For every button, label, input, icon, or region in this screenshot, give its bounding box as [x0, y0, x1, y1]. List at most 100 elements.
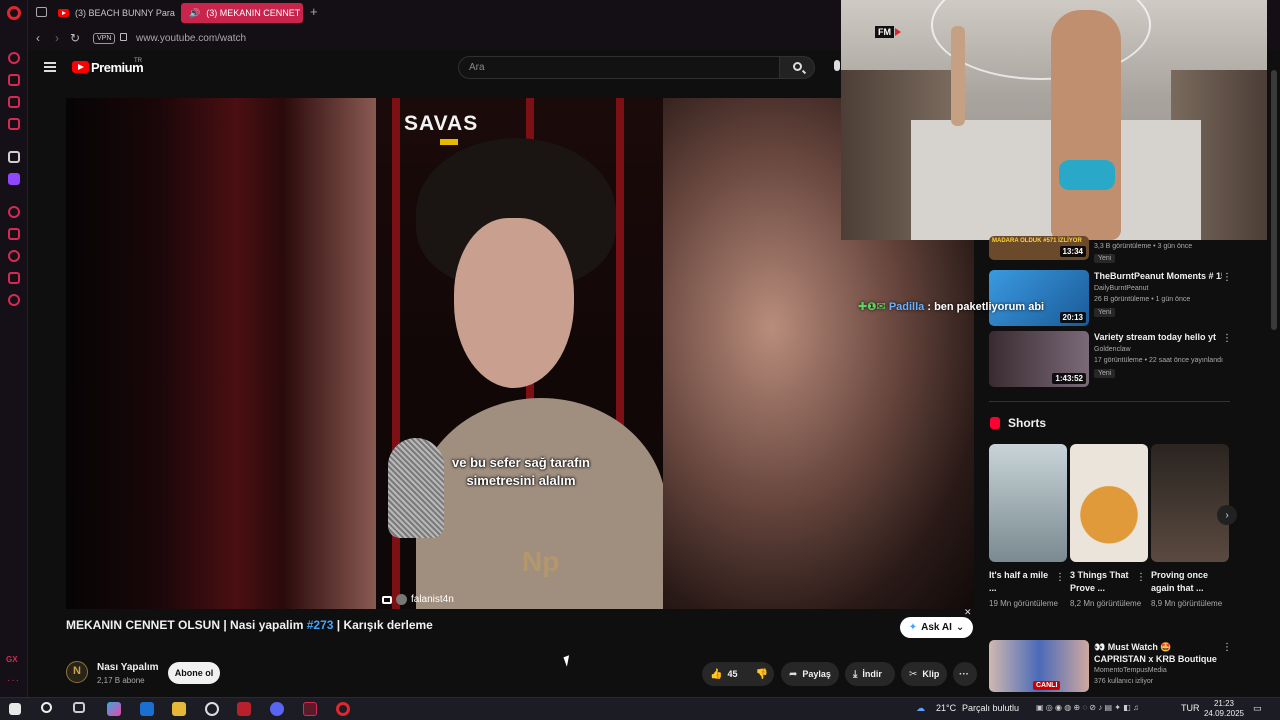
page-scrollbar[interactable]: [1270, 50, 1278, 690]
discord-icon[interactable]: [270, 702, 284, 716]
rec-duration: 13:34: [1059, 246, 1086, 257]
share-button[interactable]: ➦ Paylaş: [781, 662, 839, 686]
rec-thumbnail: 1:43:52: [989, 331, 1089, 387]
channel-name[interactable]: Nası Yapalım: [97, 662, 159, 673]
more-vert-icon[interactable]: ⋮: [1055, 572, 1065, 583]
taskbar-clock[interactable]: 21:23 24.09.2025: [1202, 699, 1246, 719]
workspaces-icon[interactable]: [36, 7, 47, 17]
tab-beach-bunny[interactable]: (3) BEACH BUNNY Paraís: [50, 3, 175, 23]
more-vert-icon[interactable]: ⋮: [1222, 642, 1232, 653]
thumbs-down-icon[interactable]: 👎: [755, 669, 767, 680]
short-item[interactable]: It's half a mile ... 19 Mn görüntüleme ⋮: [989, 444, 1067, 610]
repost-icon: [382, 595, 392, 604]
share-arrow-icon: ➦: [789, 668, 798, 680]
download-button[interactable]: ⤓ İndir: [845, 662, 895, 686]
more-actions-button[interactable]: ···: [953, 662, 977, 686]
more-vert-icon[interactable]: ⋮: [1222, 333, 1232, 344]
subscribe-button[interactable]: Abone ol: [168, 662, 220, 684]
scroll-thumb[interactable]: [1271, 70, 1277, 330]
file-explorer-icon[interactable]: [172, 702, 186, 716]
url-text[interactable]: www.youtube.com/watch: [136, 33, 246, 44]
rec-thumbnail: 20:13: [989, 270, 1089, 326]
notifications-icon[interactable]: ▭: [1253, 703, 1262, 714]
chat-overlay: ✚❶✉ Padilla : ben paketliyorum abi: [858, 300, 1044, 313]
video-player[interactable]: SAVAS ve bu sefer sağ tarafın simetresin…: [66, 98, 974, 609]
youtube-favicon-icon: [58, 9, 69, 17]
more-vert-icon[interactable]: ⋮: [1222, 272, 1232, 283]
short-item[interactable]: 3 Things That Prove ... 8,2 Mn görüntüle…: [1070, 444, 1148, 610]
recommendation-item[interactable]: 1:43:52 Variety stream today hello yt Go…: [989, 331, 1234, 387]
tray-icons[interactable]: ▣ ◎ ◉ ◍ ⊕ ◌ ⊘ ♪ ▤ ✦ ◧ ♫: [1036, 703, 1139, 712]
more-vert-icon[interactable]: ⋮: [1136, 572, 1146, 583]
chat-username: Padilla: [888, 301, 925, 313]
windows-start-icon[interactable]: [9, 703, 21, 715]
bag-icon[interactable]: [8, 74, 20, 86]
channel-subscribers: 2,17 B abone: [97, 676, 145, 685]
microphone-icon[interactable]: [834, 60, 840, 71]
settings-gear-icon[interactable]: [8, 294, 20, 306]
recommendation-item[interactable]: 20:13 TheBurntPeanut Moments # 15 DailyB…: [989, 270, 1234, 326]
speaker-icon[interactable]: 🔊: [189, 8, 200, 19]
language-indicator[interactable]: TUR: [1181, 703, 1200, 713]
thumbs-up-icon[interactable]: 👍: [710, 669, 722, 680]
mini-player[interactable]: FM: [841, 0, 1267, 240]
rec-channel[interactable]: DailyBurntPeanut: [1094, 285, 1148, 292]
show-logo: SAVAS: [404, 112, 479, 145]
rec-channel[interactable]: MomentoTempusMedia: [1094, 667, 1167, 674]
rec-title: TheBurntPeanut Moments # 15: [1094, 271, 1222, 281]
np-watermark-icon: Np: [522, 546, 560, 577]
rec-channel[interactable]: Goldenclaw: [1094, 346, 1131, 353]
bookmark-icon[interactable]: [8, 228, 20, 240]
weather-temp[interactable]: 21°C: [936, 703, 956, 713]
title-hashtag-link[interactable]: #273: [307, 618, 334, 632]
back-arrow-icon[interactable]: ‹: [36, 31, 40, 45]
forward-arrow-icon[interactable]: ›: [55, 31, 59, 45]
reload-icon[interactable]: ↻: [70, 31, 80, 45]
weather-desc[interactable]: Parçalı bulutlu: [962, 703, 1019, 713]
search-input[interactable]: [458, 56, 780, 79]
search-button[interactable]: [779, 56, 815, 79]
tab-label: (3) BEACH BUNNY Paraís: [75, 8, 175, 18]
twitch-icon[interactable]: [8, 173, 20, 185]
chevron-right-icon[interactable]: ›: [1217, 505, 1237, 525]
media-app-icon[interactable]: [237, 702, 251, 716]
credit-avatar: [396, 594, 407, 605]
chevron-down-icon: ⌄: [955, 622, 965, 633]
menu-icon[interactable]: [44, 62, 56, 72]
task-view-icon[interactable]: [73, 702, 85, 713]
search-icon[interactable]: [41, 702, 52, 713]
player-icon[interactable]: [8, 206, 20, 218]
outlook-icon[interactable]: [140, 702, 154, 716]
clip-button[interactable]: ✂ Klip: [901, 662, 947, 686]
live-recommendation-item[interactable]: CANLI 👀 Must Watch 🤩 CAPRISTAN x KRB Bou…: [989, 640, 1234, 692]
aria-icon[interactable]: [8, 52, 20, 64]
like-count[interactable]: 45: [727, 669, 737, 679]
vpn-badge[interactable]: VPN: [93, 33, 116, 44]
more-dots-icon[interactable]: ···: [7, 675, 20, 686]
short-item[interactable]: Proving once again that ... 8,9 Mn görün…: [1151, 444, 1229, 610]
shorts-credit: falanist4n: [382, 594, 454, 605]
news-icon[interactable]: [8, 118, 20, 130]
subtitle-line: simetresini alalım: [466, 473, 576, 488]
shortcut-icon[interactable]: [8, 151, 20, 163]
chat-message: : ben paketliyorum abi: [927, 301, 1045, 313]
clock-time: 21:23: [1213, 699, 1235, 708]
messenger-icon[interactable]: [8, 96, 20, 108]
person-face: [454, 218, 574, 388]
ask-ai-button[interactable]: ✦ Ask AI ⌄: [900, 617, 973, 638]
opera-logo-icon[interactable]: [7, 6, 21, 20]
gx-icon[interactable]: GX: [6, 655, 18, 664]
opera-taskbar-icon[interactable]: [336, 702, 350, 716]
opera-gx-taskbar-icon[interactable]: [303, 702, 317, 716]
video-frame: SAVAS ve bu sefer sağ tarafın simetresin…: [376, 98, 663, 609]
lock-icon[interactable]: [120, 33, 127, 41]
clock-app-icon[interactable]: [205, 702, 219, 716]
tab-mekanin-cennet[interactable]: 🔊 (3) MEKANIN CENNET: [181, 3, 303, 23]
youtube-logo-icon[interactable]: [72, 61, 89, 73]
share-icon[interactable]: [8, 272, 20, 284]
copilot-icon[interactable]: [107, 702, 121, 716]
history-icon[interactable]: [8, 250, 20, 262]
recommendation-item[interactable]: MADARA OLDUK #571 İZLİYOR 13:34 3,3 B gö…: [989, 236, 1234, 263]
new-tab-button[interactable]: +: [310, 4, 318, 19]
channel-avatar[interactable]: [66, 661, 88, 683]
